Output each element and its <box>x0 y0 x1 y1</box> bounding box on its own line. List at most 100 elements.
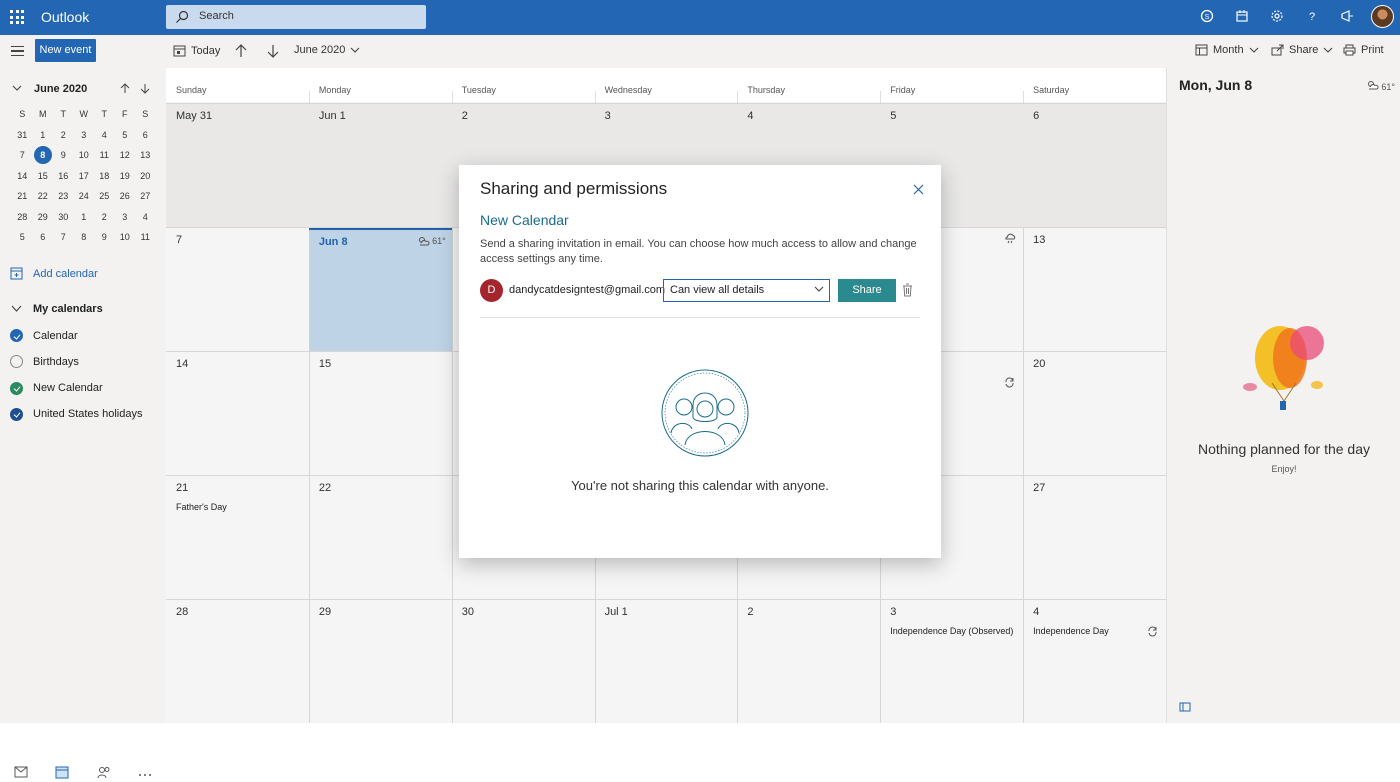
sharing-permissions-dialog: Sharing and permissions New Calendar Sen… <box>459 165 941 558</box>
mini-day[interactable]: 2 <box>94 208 115 227</box>
trash-icon[interactable] <box>902 283 913 297</box>
calendar-list-item[interactable]: Birthdays <box>10 355 79 369</box>
mini-day[interactable]: 31 <box>12 126 33 145</box>
hamburger-menu-icon[interactable] <box>11 46 24 59</box>
mini-day[interactable]: 16 <box>53 167 74 186</box>
arrow-up-icon[interactable] <box>120 83 130 94</box>
view-picker[interactable]: Month <box>1195 44 1259 56</box>
calendar-list-label: New Calendar <box>33 382 103 395</box>
dialog-title: Sharing and permissions <box>480 179 668 198</box>
calendar-view-icon <box>1195 44 1208 56</box>
permission-dropdown[interactable]: Can view all details <box>663 279 830 302</box>
mini-day[interactable]: 6 <box>135 126 156 145</box>
mini-day[interactable]: 3 <box>115 208 136 227</box>
app-brand[interactable]: Outlook <box>41 9 89 25</box>
previous-month-button[interactable] <box>235 44 247 58</box>
chevron-down-icon[interactable] <box>12 85 22 92</box>
day-header: Wednesday <box>604 85 652 95</box>
mini-day[interactable]: 5 <box>115 126 136 145</box>
mini-day[interactable]: 1 <box>33 126 54 145</box>
calendar-list-item[interactable]: New Calendar <box>10 381 103 395</box>
pane-toggle-icon[interactable] <box>1179 702 1191 712</box>
feedback-icon[interactable] <box>1339 9 1355 25</box>
add-calendar-link[interactable]: Add calendar <box>10 267 98 280</box>
mini-day[interactable]: 22 <box>33 187 54 206</box>
mini-day[interactable]: 2 <box>53 126 74 145</box>
mini-day[interactable]: 20 <box>135 167 156 186</box>
mini-day[interactable]: 9 <box>94 228 115 247</box>
mini-day[interactable]: 29 <box>33 208 54 227</box>
mini-day[interactable]: 17 <box>74 167 95 186</box>
view-label: Month <box>1213 44 1244 56</box>
empty-circle-icon[interactable] <box>10 355 23 369</box>
mini-day[interactable]: 11 <box>94 146 115 165</box>
mini-day[interactable]: 6 <box>33 228 54 247</box>
mini-day[interactable]: 9 <box>53 146 74 165</box>
mini-day[interactable]: 8 <box>74 228 95 247</box>
checked-circle-icon[interactable] <box>10 407 23 421</box>
mini-day[interactable]: 4 <box>94 126 115 145</box>
svg-text:?: ? <box>1309 11 1315 23</box>
my-day-icon[interactable] <box>1234 9 1250 25</box>
calendar-nav-icon[interactable] <box>55 766 69 780</box>
command-bar: New event Today June 2020 Month Share Pr… <box>0 35 1400 68</box>
mini-day[interactable]: 7 <box>53 228 74 247</box>
mail-icon[interactable] <box>14 766 28 780</box>
mini-day[interactable]: 12 <box>115 146 136 165</box>
mini-day-number: 8 <box>40 150 46 160</box>
period-picker[interactable]: June 2020 <box>294 44 360 56</box>
people-icon[interactable] <box>97 766 111 780</box>
mini-day[interactable]: 30 <box>53 208 74 227</box>
close-icon[interactable] <box>913 182 924 199</box>
app-launcher-icon[interactable] <box>10 10 24 24</box>
mini-day[interactable]: 10 <box>115 228 136 247</box>
share-button[interactable]: Share <box>838 279 896 302</box>
mini-day[interactable]: 1 <box>74 208 95 227</box>
hot-air-balloon-illustration <box>1243 326 1324 410</box>
mini-day[interactable]: 25 <box>94 187 115 206</box>
mini-day[interactable]: 11 <box>135 228 156 247</box>
account-avatar[interactable] <box>1371 5 1394 28</box>
mini-day[interactable]: 5 <box>12 228 33 247</box>
calendar-list-label: Birthdays <box>33 355 79 368</box>
mini-weekday-label: T <box>101 109 108 119</box>
search-box[interactable]: Search <box>166 5 426 29</box>
today-button[interactable]: Today <box>173 44 220 57</box>
mini-day[interactable]: 27 <box>135 187 156 206</box>
calendar-today-icon <box>173 45 186 57</box>
mini-weekday-label: W <box>79 109 89 119</box>
checked-circle-icon[interactable] <box>10 381 23 395</box>
mini-day[interactable]: 19 <box>115 167 136 186</box>
mini-day[interactable]: 24 <box>74 187 95 206</box>
mini-day[interactable]: 7 <box>12 146 33 165</box>
calendar-list-item[interactable]: Calendar <box>10 329 78 342</box>
next-month-button[interactable] <box>267 44 279 58</box>
mini-calendar-title[interactable]: June 2020 <box>34 83 87 95</box>
mini-day[interactable]: 15 <box>33 167 54 186</box>
mini-day[interactable]: 18 <box>94 167 115 186</box>
new-event-button[interactable]: New event <box>35 39 96 62</box>
calendar-list-label: United States holidays <box>33 408 143 421</box>
svg-text:S: S <box>1205 14 1210 21</box>
mini-day[interactable]: 21 <box>12 187 33 206</box>
mini-day[interactable]: 28 <box>12 208 33 227</box>
skype-icon[interactable]: S <box>1199 9 1215 25</box>
arrow-down-icon[interactable] <box>140 83 150 94</box>
not-sharing-text: You're not sharing this calendar with an… <box>571 478 829 493</box>
mini-day[interactable]: 26 <box>115 187 136 206</box>
gear-icon[interactable] <box>1269 9 1285 25</box>
more-apps-icon[interactable] <box>138 766 152 780</box>
calendar-list-item[interactable]: United States holidays <box>10 407 143 421</box>
mini-day[interactable]: 10 <box>74 146 95 165</box>
my-calendars-group[interactable]: My calendars <box>10 303 103 315</box>
mini-day[interactable]: 13 <box>135 146 156 165</box>
mini-day[interactable]: 14 <box>12 167 33 186</box>
mini-day[interactable]: 4 <box>135 208 156 227</box>
help-icon[interactable]: ? <box>1304 9 1320 25</box>
print-button[interactable]: Print <box>1343 44 1384 56</box>
mini-day[interactable]: 8 <box>33 146 54 165</box>
mini-day[interactable]: 3 <box>74 126 95 145</box>
mini-day[interactable]: 23 <box>53 187 74 206</box>
checked-circle-icon[interactable] <box>10 329 23 342</box>
share-menu-button[interactable]: Share <box>1271 44 1333 56</box>
